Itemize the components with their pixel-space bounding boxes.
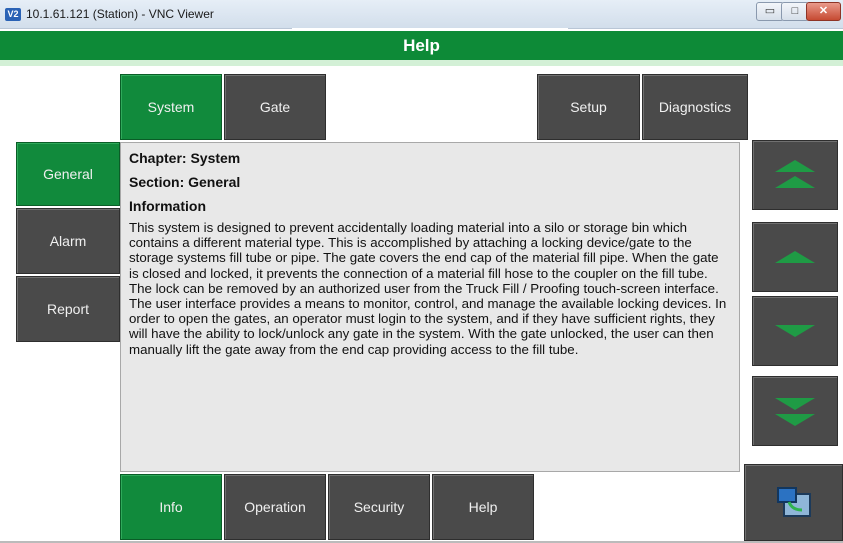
- tab-operation[interactable]: Operation: [224, 474, 326, 540]
- section-label: Section: General: [129, 174, 241, 190]
- tab-gate[interactable]: Gate: [224, 74, 326, 140]
- minimize-button[interactable]: ▭: [756, 2, 784, 21]
- tab-system[interactable]: System: [120, 74, 222, 140]
- help-body-text: This system is designed to prevent accid…: [129, 220, 727, 357]
- window-titlebar: V2 10.1.61.121 (Station) - VNC Viewer ▭ …: [0, 0, 843, 29]
- tab-info[interactable]: Info: [120, 474, 222, 540]
- minimize-icon: ▭: [764, 5, 776, 17]
- tab-diagnostics[interactable]: Diagnostics: [642, 74, 748, 140]
- window-title: 10.1.61.121 (Station) - VNC Viewer: [26, 7, 214, 21]
- help-header: Help: [0, 31, 843, 66]
- screen-switch-icon: [776, 486, 811, 517]
- scroll-up-button[interactable]: [752, 222, 838, 292]
- scroll-bottom-icon: [775, 398, 815, 426]
- scroll-top-button[interactable]: [752, 140, 838, 210]
- page-title: Help: [403, 36, 440, 55]
- tab-help[interactable]: Help: [432, 474, 534, 540]
- side-tab-general[interactable]: General: [16, 142, 120, 206]
- tab-security[interactable]: Security: [328, 474, 430, 540]
- side-tab-alarm[interactable]: Alarm: [16, 208, 120, 274]
- information-heading: Information: [129, 198, 206, 214]
- scroll-down-icon: [775, 325, 815, 337]
- close-button[interactable]: ✕: [806, 2, 841, 21]
- maximize-icon: □: [791, 5, 799, 17]
- side-tab-report[interactable]: Report: [16, 276, 120, 342]
- close-icon: ✕: [818, 5, 829, 17]
- help-content-panel: Chapter: System Section: General Informa…: [120, 142, 740, 472]
- chapter-label: Chapter: System: [129, 150, 241, 166]
- maximize-button[interactable]: □: [781, 2, 809, 21]
- screen-switch-button[interactable]: [744, 464, 843, 541]
- scroll-up-icon: [775, 251, 815, 263]
- app-icon: V2: [5, 8, 21, 21]
- scroll-down-button[interactable]: [752, 296, 838, 366]
- scroll-top-icon: [775, 160, 815, 188]
- header-divider: [0, 60, 843, 66]
- tab-setup[interactable]: Setup: [537, 74, 640, 140]
- scroll-bottom-button[interactable]: [752, 376, 838, 446]
